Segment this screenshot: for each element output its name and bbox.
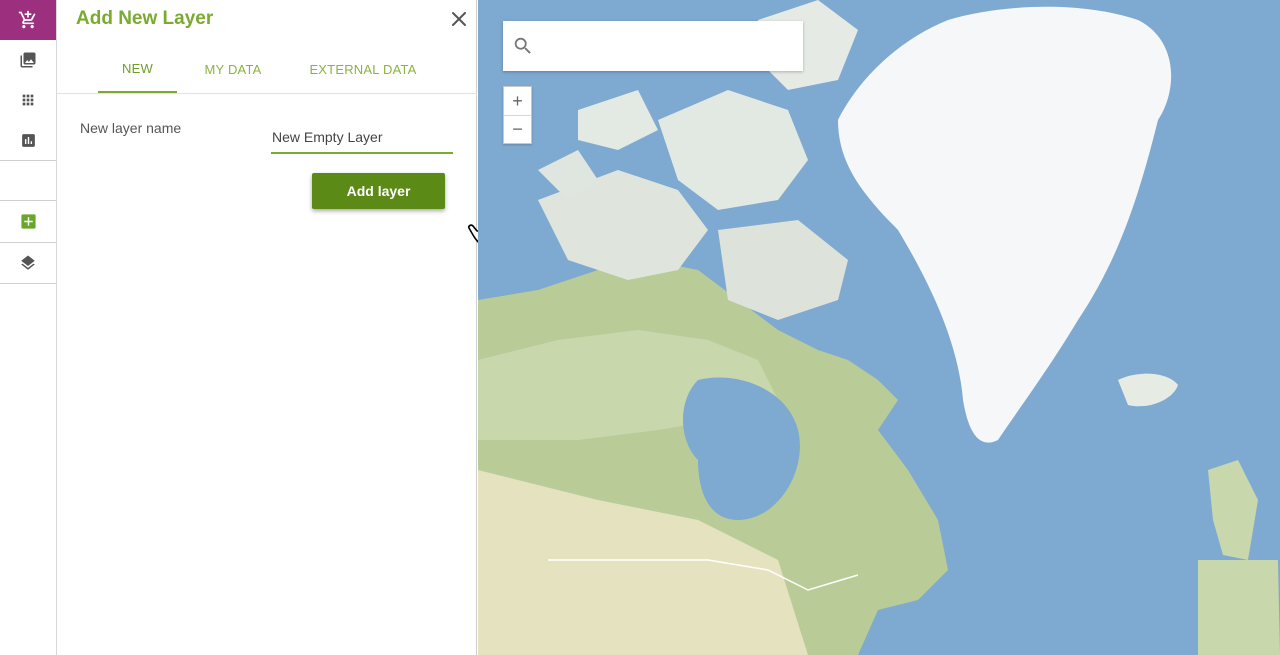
map-view[interactable]: + − — [478, 0, 1280, 655]
tab-external-data[interactable]: EXTERNAL DATA — [302, 45, 424, 93]
add-square-icon — [20, 213, 36, 229]
map-search-box — [503, 21, 803, 71]
tab-new[interactable]: NEW — [98, 45, 177, 93]
bar-chart-icon — [21, 133, 35, 147]
gallery-icon — [20, 52, 36, 68]
gallery-button[interactable] — [0, 40, 56, 80]
layers-icon — [21, 255, 35, 270]
rail-divider — [0, 160, 56, 161]
tab-my-data[interactable]: MY DATA — [192, 45, 274, 93]
add-layer-panel: Add New Layer NEW MY DATA EXTERNAL DATA … — [57, 0, 498, 655]
zoom-in-button[interactable]: + — [504, 87, 531, 115]
apps-grid-icon — [22, 94, 34, 106]
zoom-out-button[interactable]: − — [504, 115, 531, 143]
map-search-input[interactable] — [540, 26, 790, 66]
layers-button[interactable] — [0, 243, 56, 283]
add-layer-button[interactable]: Add layer — [312, 173, 445, 209]
search-icon — [514, 37, 531, 54]
icon-rail — [0, 0, 57, 655]
basemap — [478, 0, 1280, 655]
apps-button[interactable] — [0, 80, 56, 120]
layer-name-input[interactable] — [271, 116, 453, 154]
charts-button[interactable] — [0, 120, 56, 160]
panel-title: Add New Layer — [76, 8, 214, 29]
zoom-control: + − — [503, 86, 532, 144]
add-layer-rail-button[interactable] — [0, 201, 56, 241]
layer-name-label: New layer name — [80, 120, 182, 136]
close-button[interactable] — [450, 10, 468, 28]
tab-bar: NEW MY DATA EXTERNAL DATA — [57, 45, 477, 94]
rail-divider — [0, 283, 56, 284]
close-icon — [452, 12, 466, 26]
add-to-cart-button[interactable] — [0, 0, 56, 40]
cart-add-icon — [18, 10, 36, 29]
